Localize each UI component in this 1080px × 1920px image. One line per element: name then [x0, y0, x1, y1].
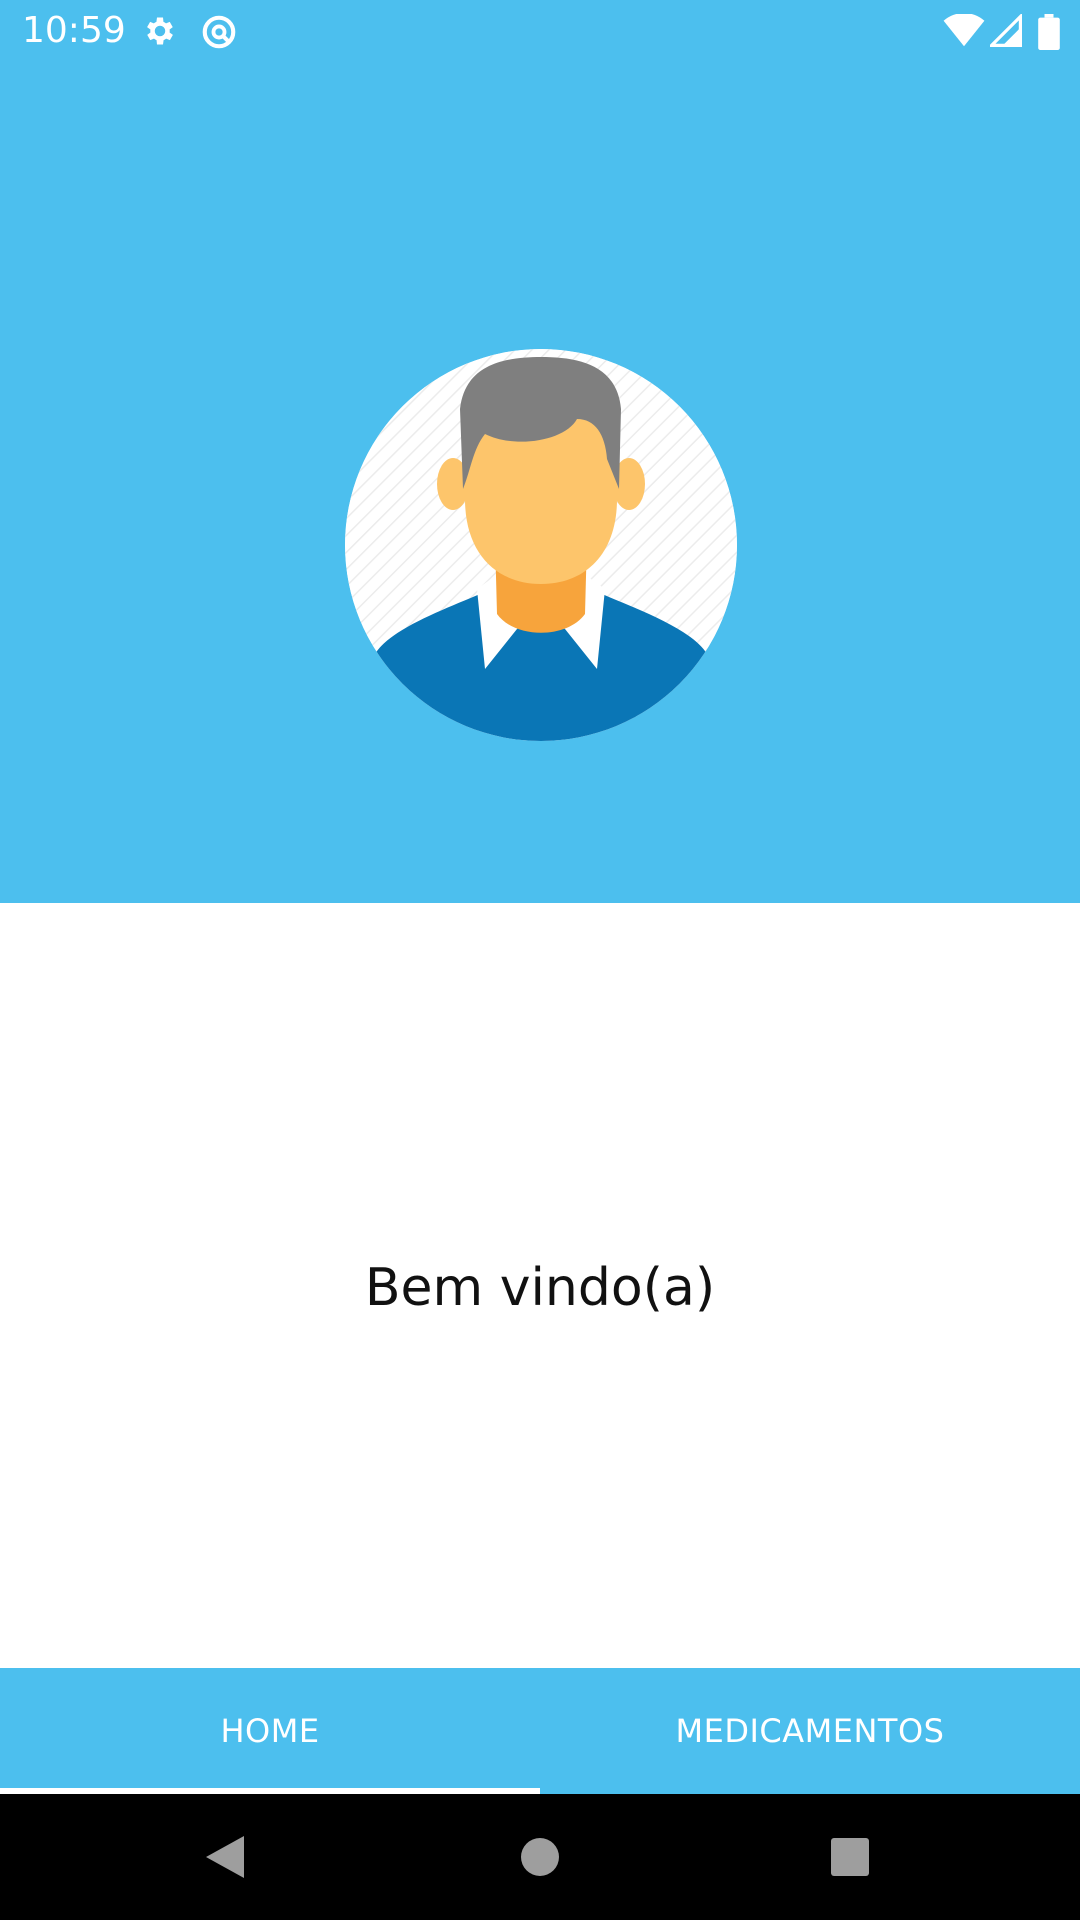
tab-home[interactable]: HOME — [0, 1668, 540, 1794]
tab-medicamentos[interactable]: MEDICAMENTOS — [540, 1668, 1080, 1794]
home-icon[interactable] — [500, 1794, 580, 1920]
system-nav-bar — [0, 1794, 1080, 1920]
welcome-text: Bem vindo(a) — [364, 1258, 716, 1318]
recents-icon[interactable] — [810, 1794, 890, 1920]
profile-header — [0, 63, 1080, 903]
signal-icon — [987, 12, 1022, 52]
status-bar: 10:59 — [0, 0, 1080, 63]
data-saver-icon — [200, 13, 238, 55]
gear-icon — [142, 13, 178, 53]
wifi-icon — [943, 13, 985, 52]
battery-icon — [1038, 14, 1060, 54]
bottom-tab-bar: HOME MEDICAMENTOS — [0, 1668, 1080, 1794]
status-time: 10:59 — [22, 10, 126, 51]
back-icon[interactable] — [186, 1794, 266, 1920]
user-avatar — [345, 349, 737, 741]
